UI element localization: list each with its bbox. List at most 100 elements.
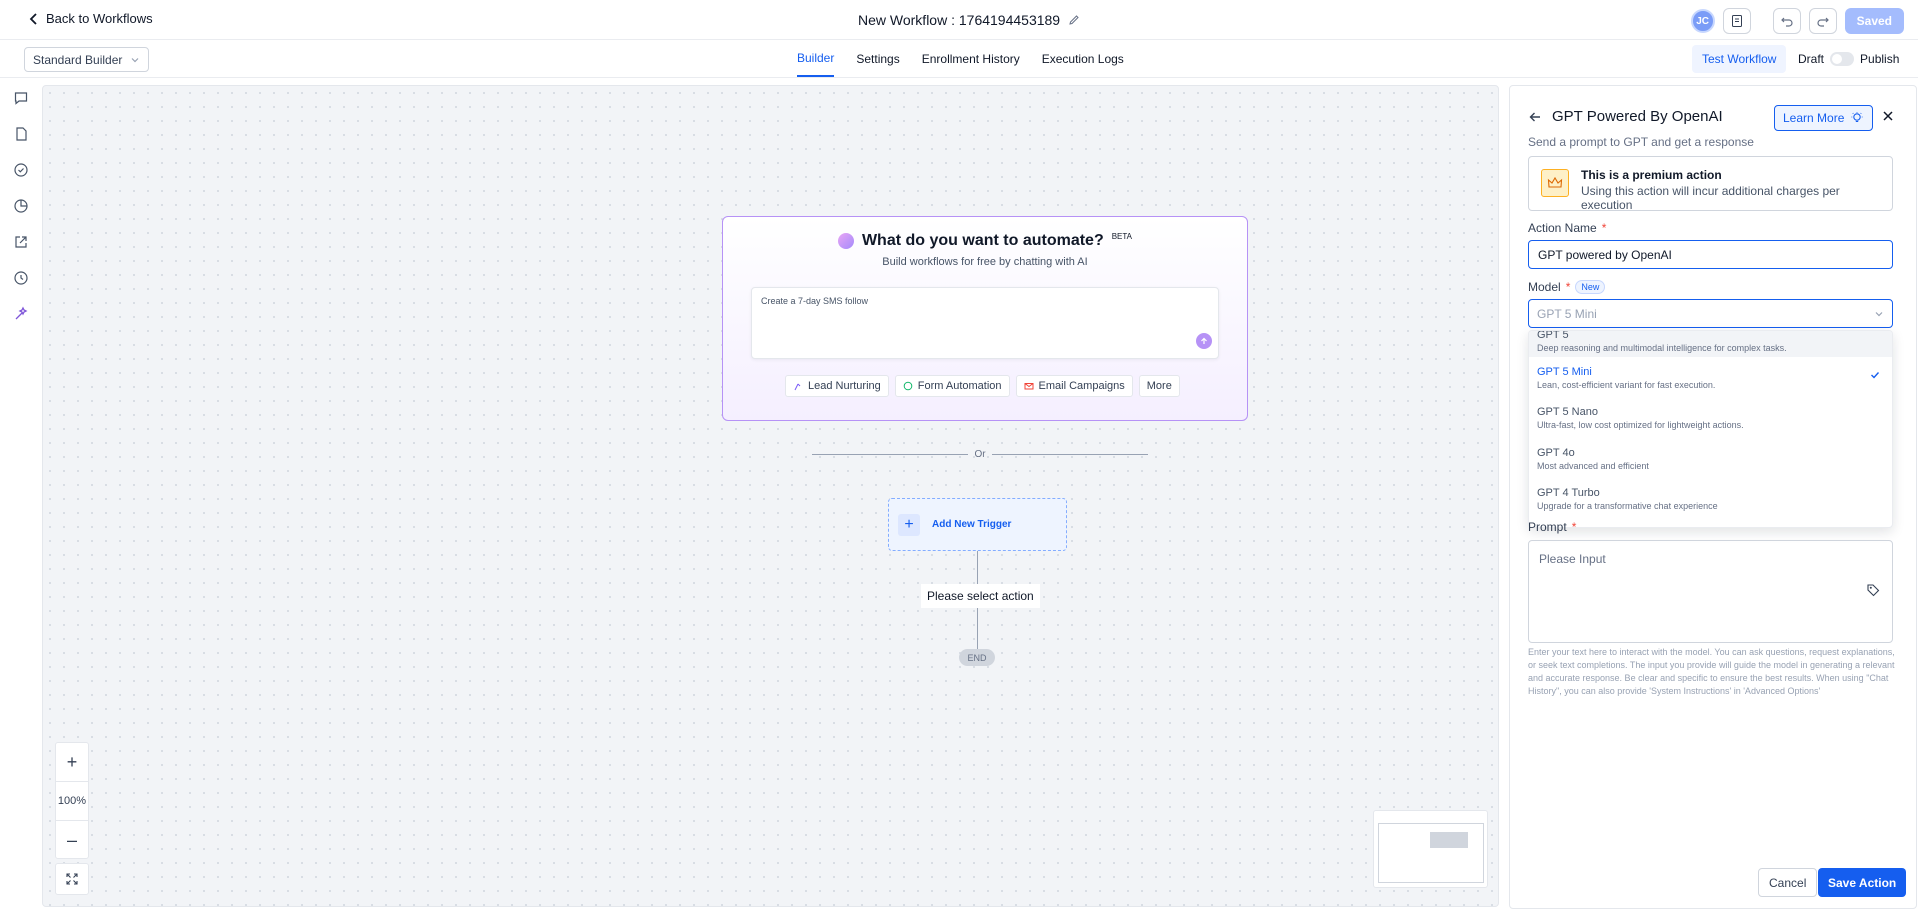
check-circle-icon[interactable] (13, 162, 29, 178)
close-icon[interactable] (1882, 110, 1894, 122)
connector-line (977, 551, 978, 584)
prompt-textarea[interactable]: Please Input (1528, 540, 1893, 643)
model-option-desc: Most advanced and efficient (1537, 461, 1649, 471)
model-option-gpt-5[interactable]: GPT 5 Deep reasoning and multimodal inte… (1529, 330, 1892, 357)
end-node: END (959, 649, 995, 666)
zoom-in-button[interactable]: + (56, 743, 88, 782)
lightbulb-icon (1850, 111, 1864, 125)
undo-button[interactable] (1772, 8, 1801, 34)
save-action-button[interactable]: Save Action (1818, 868, 1907, 897)
workflow-canvas[interactable] (42, 85, 1499, 907)
model-option-gpt-5-nano[interactable]: GPT 5 Nano Ultra-fast, low cost optimize… (1529, 397, 1892, 437)
redo-icon (1816, 14, 1830, 28)
chevron-down-icon (130, 55, 140, 65)
chevron-left-icon (28, 12, 40, 26)
test-workflow-button[interactable]: Test Workflow (1692, 45, 1787, 73)
sparkle-icon[interactable] (13, 306, 29, 322)
send-arrow-icon[interactable] (1196, 333, 1212, 349)
add-new-trigger-node[interactable]: + Add New Trigger (888, 498, 1067, 551)
divider-line (991, 454, 1149, 455)
model-option-name: GPT 5 Nano (1537, 406, 1598, 418)
tab-builder[interactable]: Builder (797, 40, 835, 77)
tag-icon[interactable] (1866, 583, 1880, 597)
tab-enrollment-history[interactable]: Enrollment History (922, 40, 1020, 77)
avatar[interactable]: JC (1690, 9, 1715, 33)
zoom-controls: + 100% – (55, 742, 89, 859)
pie-chart-icon[interactable] (13, 198, 29, 214)
publish-toggle[interactable] (1830, 52, 1855, 66)
chip-form-automation[interactable]: Form Automation (894, 375, 1010, 397)
workflow-title-text: New Workflow : 1764194453189 (858, 12, 1061, 28)
external-link-icon[interactable] (13, 234, 29, 250)
new-badge: New (1575, 280, 1606, 294)
redo-button[interactable] (1808, 8, 1837, 34)
chip-label: Lead Nurturing (808, 380, 881, 392)
model-option-desc: Deep reasoning and multimodal intelligen… (1537, 343, 1787, 353)
premium-notice: This is a premium action Using this acti… (1528, 156, 1893, 212)
minimap-viewport (1378, 823, 1484, 883)
model-option-gpt-5-mini[interactable]: GPT 5 Mini Lean, cost-efficient variant … (1529, 357, 1892, 397)
model-option-desc: Ultra-fast, low cost optimized for light… (1537, 420, 1744, 430)
ai-prompt-input[interactable]: Create a 7-day SMS follow (751, 287, 1219, 359)
zoom-out-button[interactable]: – (56, 821, 88, 860)
sub-bar: Standard Builder Builder Settings Enroll… (0, 40, 1918, 78)
chip-email-campaigns[interactable]: Email Campaigns (1015, 375, 1133, 397)
chat-icon[interactable] (13, 90, 29, 106)
history-icon[interactable] (13, 270, 29, 286)
model-option-gpt-4-turbo[interactable]: GPT 4 Turbo Upgrade for a transformative… (1529, 478, 1892, 518)
action-settings-panel: GPT Powered By OpenAI Learn More Send a … (1509, 85, 1917, 909)
builder-mode-select[interactable]: Standard Builder (24, 47, 149, 72)
saved-button[interactable]: Saved (1844, 8, 1904, 34)
tab-execution-logs[interactable]: Execution Logs (1042, 40, 1124, 77)
required-asterisk: * (1601, 221, 1607, 235)
required-asterisk: * (1571, 520, 1577, 534)
required-asterisk: * (1565, 280, 1571, 294)
model-option-desc: Lean, cost-efficient variant for fast ex… (1537, 380, 1716, 390)
prompt-help-text: Enter your text here to interact with th… (1528, 647, 1895, 696)
model-select[interactable]: GPT 5 Mini (1528, 299, 1893, 328)
divider-line (812, 454, 969, 455)
tab-settings[interactable]: Settings (856, 40, 899, 77)
chip-lead-nurturing[interactable]: Lead Nurturing (785, 375, 889, 397)
person-wave-icon (793, 381, 803, 391)
select-action-node[interactable]: Please select action (921, 584, 1040, 608)
undo-icon (1780, 14, 1794, 28)
beta-badge: BETA (1111, 231, 1133, 241)
publish-label: Publish (1860, 52, 1900, 66)
workflow-title: New Workflow : 1764194453189 (858, 12, 1080, 28)
model-option-name: GPT 5 (1537, 330, 1569, 341)
prompt-label-text: Prompt (1528, 520, 1567, 534)
model-option-desc: Upgrade for a transformative chat experi… (1537, 501, 1718, 511)
chip-label: Form Automation (917, 380, 1002, 392)
back-label: Back to Workflows (46, 11, 153, 26)
action-name-label: Action Name * (1528, 221, 1606, 235)
action-name-input[interactable] (1528, 240, 1893, 269)
minimap-node (1430, 832, 1468, 848)
fit-view-button[interactable] (55, 863, 89, 895)
model-option-name: GPT 5 Mini (1537, 366, 1592, 378)
panel-header: GPT Powered By OpenAI (1528, 108, 1723, 125)
or-divider: Or (812, 449, 1149, 460)
ai-builder-card: What do you want to automate? BETA Build… (722, 216, 1248, 421)
arrow-left-icon[interactable] (1528, 110, 1542, 124)
model-option-name: GPT 4o (1537, 447, 1575, 459)
back-to-workflows-link[interactable]: Back to Workflows (28, 11, 153, 26)
panel-title: GPT Powered By OpenAI (1552, 108, 1723, 125)
ai-orb-icon (837, 233, 854, 249)
panel-subtitle: Send a prompt to GPT and get a response (1528, 135, 1754, 149)
model-label: Model * New (1528, 280, 1606, 294)
minimap[interactable] (1373, 810, 1488, 888)
prompt-placeholder: Please Input (1539, 552, 1606, 566)
learn-more-button[interactable]: Learn More (1774, 105, 1874, 131)
cancel-button[interactable]: Cancel (1758, 868, 1818, 897)
chip-label: More (1146, 380, 1172, 392)
ai-card-subtitle: Build workflows for free by chatting wit… (882, 256, 1088, 268)
document-icon[interactable] (13, 126, 29, 142)
workflow-doc-button[interactable] (1722, 8, 1751, 34)
left-rail (0, 79, 42, 919)
email-icon (1024, 381, 1034, 391)
edit-pencil-icon[interactable] (1068, 14, 1080, 26)
chip-more[interactable]: More (1138, 375, 1180, 397)
model-option-gpt-4o[interactable]: GPT 4o Most advanced and efficient (1529, 438, 1892, 478)
document-check-icon (1730, 14, 1744, 28)
